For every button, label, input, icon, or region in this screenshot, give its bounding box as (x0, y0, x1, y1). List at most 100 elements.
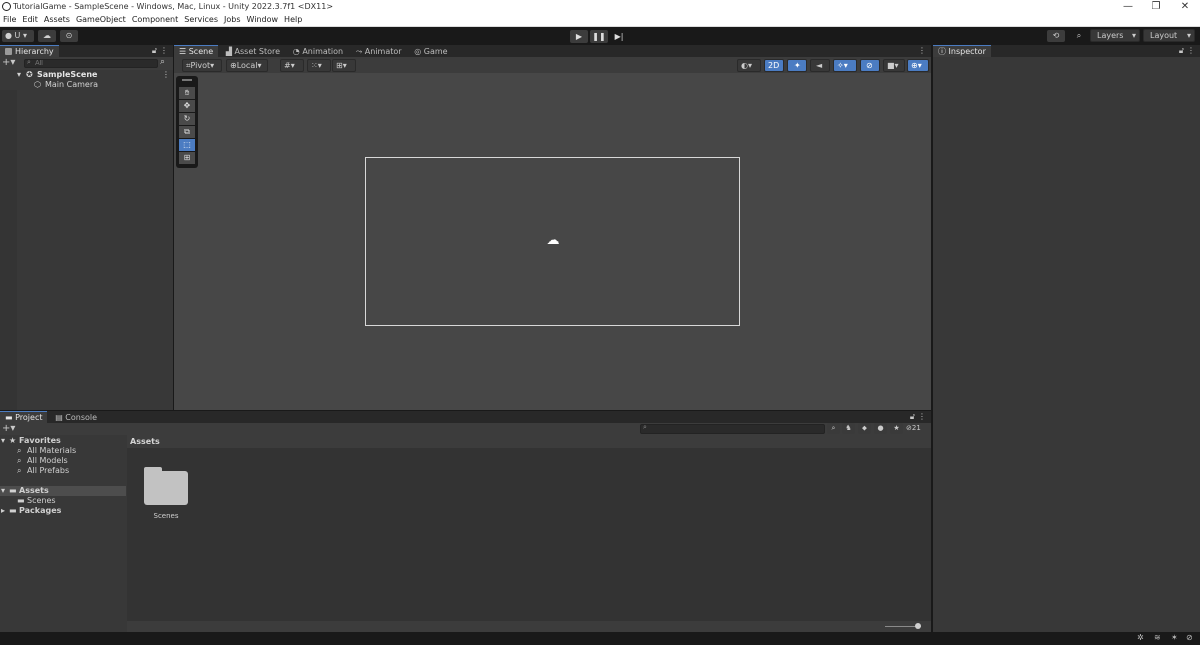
search-filter-icon[interactable]: ⌕ (160, 57, 165, 67)
favorite-item[interactable]: ⌕ All Models (0, 456, 126, 466)
gizmos-dropdown[interactable]: ⊕▾ (907, 59, 929, 72)
draw-mode-button[interactable]: ◐▾ (737, 59, 761, 72)
hand-tool-button[interactable]: ✋︎ (179, 87, 195, 99)
layers-dropdown[interactable]: Layers ▾ (1090, 29, 1140, 42)
kebab-menu-icon[interactable]: ⋮ (918, 46, 926, 55)
assets-tree-row[interactable]: ▾ ▬ Assets (0, 486, 126, 496)
tab-scene[interactable]: ☰ Scene (174, 45, 219, 57)
packages-tree-row[interactable]: ▸ ▬ Packages (0, 506, 126, 516)
rect-tool-button[interactable]: ⬚ (179, 139, 195, 151)
scene-menu-icon[interactable]: ⋮ (162, 70, 170, 80)
zoom-slider-thumb[interactable] (915, 623, 921, 629)
move-tool-button[interactable]: ✥ (179, 100, 195, 112)
hierarchy-search-input[interactable] (24, 59, 158, 68)
scene-toolbar: ⌗Pivot▾ ⊕Local▾ #▾ ⁙▾ ⊞▾ ◐▾ 2D ✦ ◄ ✧▾ ⊘ … (174, 57, 931, 73)
rotate-tool-button[interactable]: ↻ (179, 113, 195, 125)
layout-dropdown[interactable]: Layout ▾ (1143, 29, 1195, 42)
create-asset-button[interactable]: +▾ (2, 423, 15, 434)
tab-hierarchy-label: Hierarchy (15, 47, 54, 56)
grid-snapping-button[interactable]: #▾ (280, 59, 304, 72)
project-tabstrip: ▬ Project ▤ Console 🔓︎ ⋮ (0, 411, 931, 423)
gameobject-cube-icon: ⬡ (34, 80, 41, 89)
menu-services[interactable]: Services (181, 14, 221, 26)
menu-gameobject[interactable]: GameObject (73, 14, 129, 26)
menu-component[interactable]: Component (129, 14, 181, 26)
add-object-button[interactable]: +▾ (2, 57, 15, 69)
step-button[interactable]: ▶| (610, 30, 628, 43)
search-button[interactable]: ⌕ (1070, 30, 1088, 42)
search-icon: ⌕ (17, 456, 22, 465)
hand-icon: ✋︎ (184, 88, 190, 97)
search-by-label-button[interactable]: ♞ (842, 423, 855, 434)
lock-icon[interactable]: 🔓︎ (910, 412, 915, 422)
search-by-type-button[interactable]: ⌕ (827, 423, 840, 434)
mode-2d-button[interactable]: 2D (764, 59, 784, 72)
tab-inspector[interactable]: ⓘ Inspector (933, 45, 991, 57)
lock-icon[interactable]: 🔓︎ (152, 46, 157, 56)
local-dropdown[interactable]: ⊕Local▾ (226, 59, 268, 72)
menu-window[interactable]: Window (244, 14, 282, 26)
undo-history-button[interactable]: ⟲ (1047, 30, 1065, 42)
account-icon: ● (5, 31, 12, 40)
expand-arrow-icon[interactable]: ▾ (17, 70, 21, 80)
increment-snap-button[interactable]: ⊞▾ (332, 59, 356, 72)
menu-jobs[interactable]: Jobs (221, 14, 244, 26)
hidden-objects-toggle[interactable]: ⊘ (860, 59, 880, 72)
tab-project[interactable]: ▬ Project (0, 411, 48, 423)
minimize-button[interactable]: — (1113, 0, 1143, 14)
asset-item[interactable]: Scenes (142, 467, 190, 525)
grid-visibility-button[interactable]: ⁙▾ (307, 59, 331, 72)
lock-icon[interactable]: 🔓︎ (1179, 46, 1184, 56)
collapse-arrow-icon[interactable]: ▸ (1, 506, 5, 516)
packages-tree-label: Packages (19, 506, 62, 515)
search-icon: ⌕ (27, 58, 31, 66)
favorite-item[interactable]: ⌕ All Prefabs (0, 466, 126, 476)
asset-store-filter-icon[interactable]: ● (874, 423, 887, 434)
progress-icon[interactable]: ✶ (1171, 633, 1178, 642)
favorite-item[interactable]: ⌕ All Materials (0, 446, 126, 456)
pause-button[interactable]: ❚❚ (590, 30, 608, 43)
collab-button[interactable]: ⊙ (60, 30, 78, 42)
favorites-label: Favorites (19, 436, 61, 445)
menu-edit[interactable]: Edit (19, 14, 41, 26)
expand-arrow-icon[interactable]: ▾ (1, 436, 5, 446)
audio-toggle[interactable]: ◄ (810, 59, 830, 72)
debug-icon[interactable]: ✲ (1137, 633, 1144, 642)
chevron-down-icon: ▾ (257, 61, 262, 70)
status-check-icon[interactable]: ⊘ (1186, 633, 1193, 642)
menu-assets[interactable]: Assets (41, 14, 73, 26)
maximize-button[interactable]: ❐ (1141, 0, 1171, 14)
favorites-row[interactable]: ▾ ★ Favorites (0, 436, 126, 446)
project-search-input[interactable] (640, 424, 825, 434)
cloud-button[interactable]: ☁ (38, 30, 56, 42)
kebab-menu-icon[interactable]: ⋮ (918, 412, 926, 421)
effects-dropdown[interactable]: ✧▾ (833, 59, 857, 72)
camera-dropdown[interactable]: ■▾ (883, 59, 905, 72)
account-dropdown[interactable]: ● U ▾ (2, 30, 34, 42)
kebab-menu-icon[interactable]: ⋮ (160, 46, 168, 55)
status-bar: ✲ ≋ ✶ ⊘ (0, 633, 1200, 645)
favorite-star-icon[interactable]: ★ (890, 423, 903, 434)
tab-hierarchy[interactable]: Hierarchy (0, 45, 59, 57)
menu-help[interactable]: Help (281, 14, 305, 26)
hierarchy-scene-row[interactable]: ▾ ✪ SampleScene ⋮ (0, 70, 173, 80)
camera-gizmo-icon[interactable]: ☁ (545, 234, 561, 247)
close-button[interactable]: ✕ (1170, 0, 1200, 14)
scale-tool-button[interactable]: ⧉ (179, 126, 195, 138)
expand-arrow-icon[interactable]: ▾ (1, 486, 5, 496)
project-breadcrumb[interactable]: Assets (127, 435, 931, 448)
main-toolbar: ● U ▾ ☁ ⊙ ▶ ❚❚ ▶| ⟲ ⌕ Layers ▾ Layout ▾ (0, 27, 1200, 45)
lighting-toggle[interactable]: ✦ (787, 59, 807, 72)
play-button[interactable]: ▶ (570, 30, 588, 43)
scenes-tree-row[interactable]: ▬ Scenes (0, 496, 126, 506)
kebab-menu-icon[interactable]: ⋮ (1187, 46, 1195, 55)
cache-stack-icon[interactable]: ≋ (1154, 633, 1161, 642)
hierarchy-object-row[interactable]: ⬡ Main Camera (0, 80, 173, 90)
hidden-packages-toggle[interactable]: ⊘21 (906, 423, 921, 434)
tag-icon[interactable]: ⬥ (858, 423, 871, 434)
palette-handle[interactable] (182, 79, 192, 81)
pivot-dropdown[interactable]: ⌗Pivot▾ (182, 59, 222, 72)
menu-file[interactable]: File (0, 14, 19, 26)
inspector-tabstrip: ⓘ Inspector 🔓︎ ⋮ (933, 45, 1200, 57)
transform-tool-button[interactable]: ⊞ (179, 152, 195, 164)
